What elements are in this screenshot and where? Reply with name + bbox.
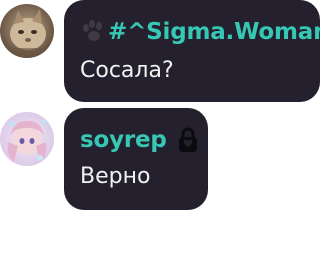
author-row: soyrep	[80, 122, 199, 158]
author-row: #^Sigma.Woman	[80, 14, 320, 50]
paw-icon	[80, 19, 106, 45]
message-bubble[interactable]: #^Sigma.Woman Сосала?	[64, 0, 320, 102]
author-name[interactable]: soyrep	[80, 127, 167, 153]
anime-art-avatar	[0, 112, 54, 166]
lock-icon	[177, 127, 199, 153]
author-name[interactable]: #^Sigma.Woman	[108, 19, 320, 45]
message-text: Верно	[80, 164, 151, 189]
avatar-soyrep[interactable]	[0, 112, 54, 166]
cat-photo-avatar	[0, 4, 54, 58]
message-bubble[interactable]: soyrep Верно	[64, 108, 208, 210]
message-text: Сосала?	[80, 58, 174, 83]
avatar-sigma-woman[interactable]	[0, 4, 54, 58]
